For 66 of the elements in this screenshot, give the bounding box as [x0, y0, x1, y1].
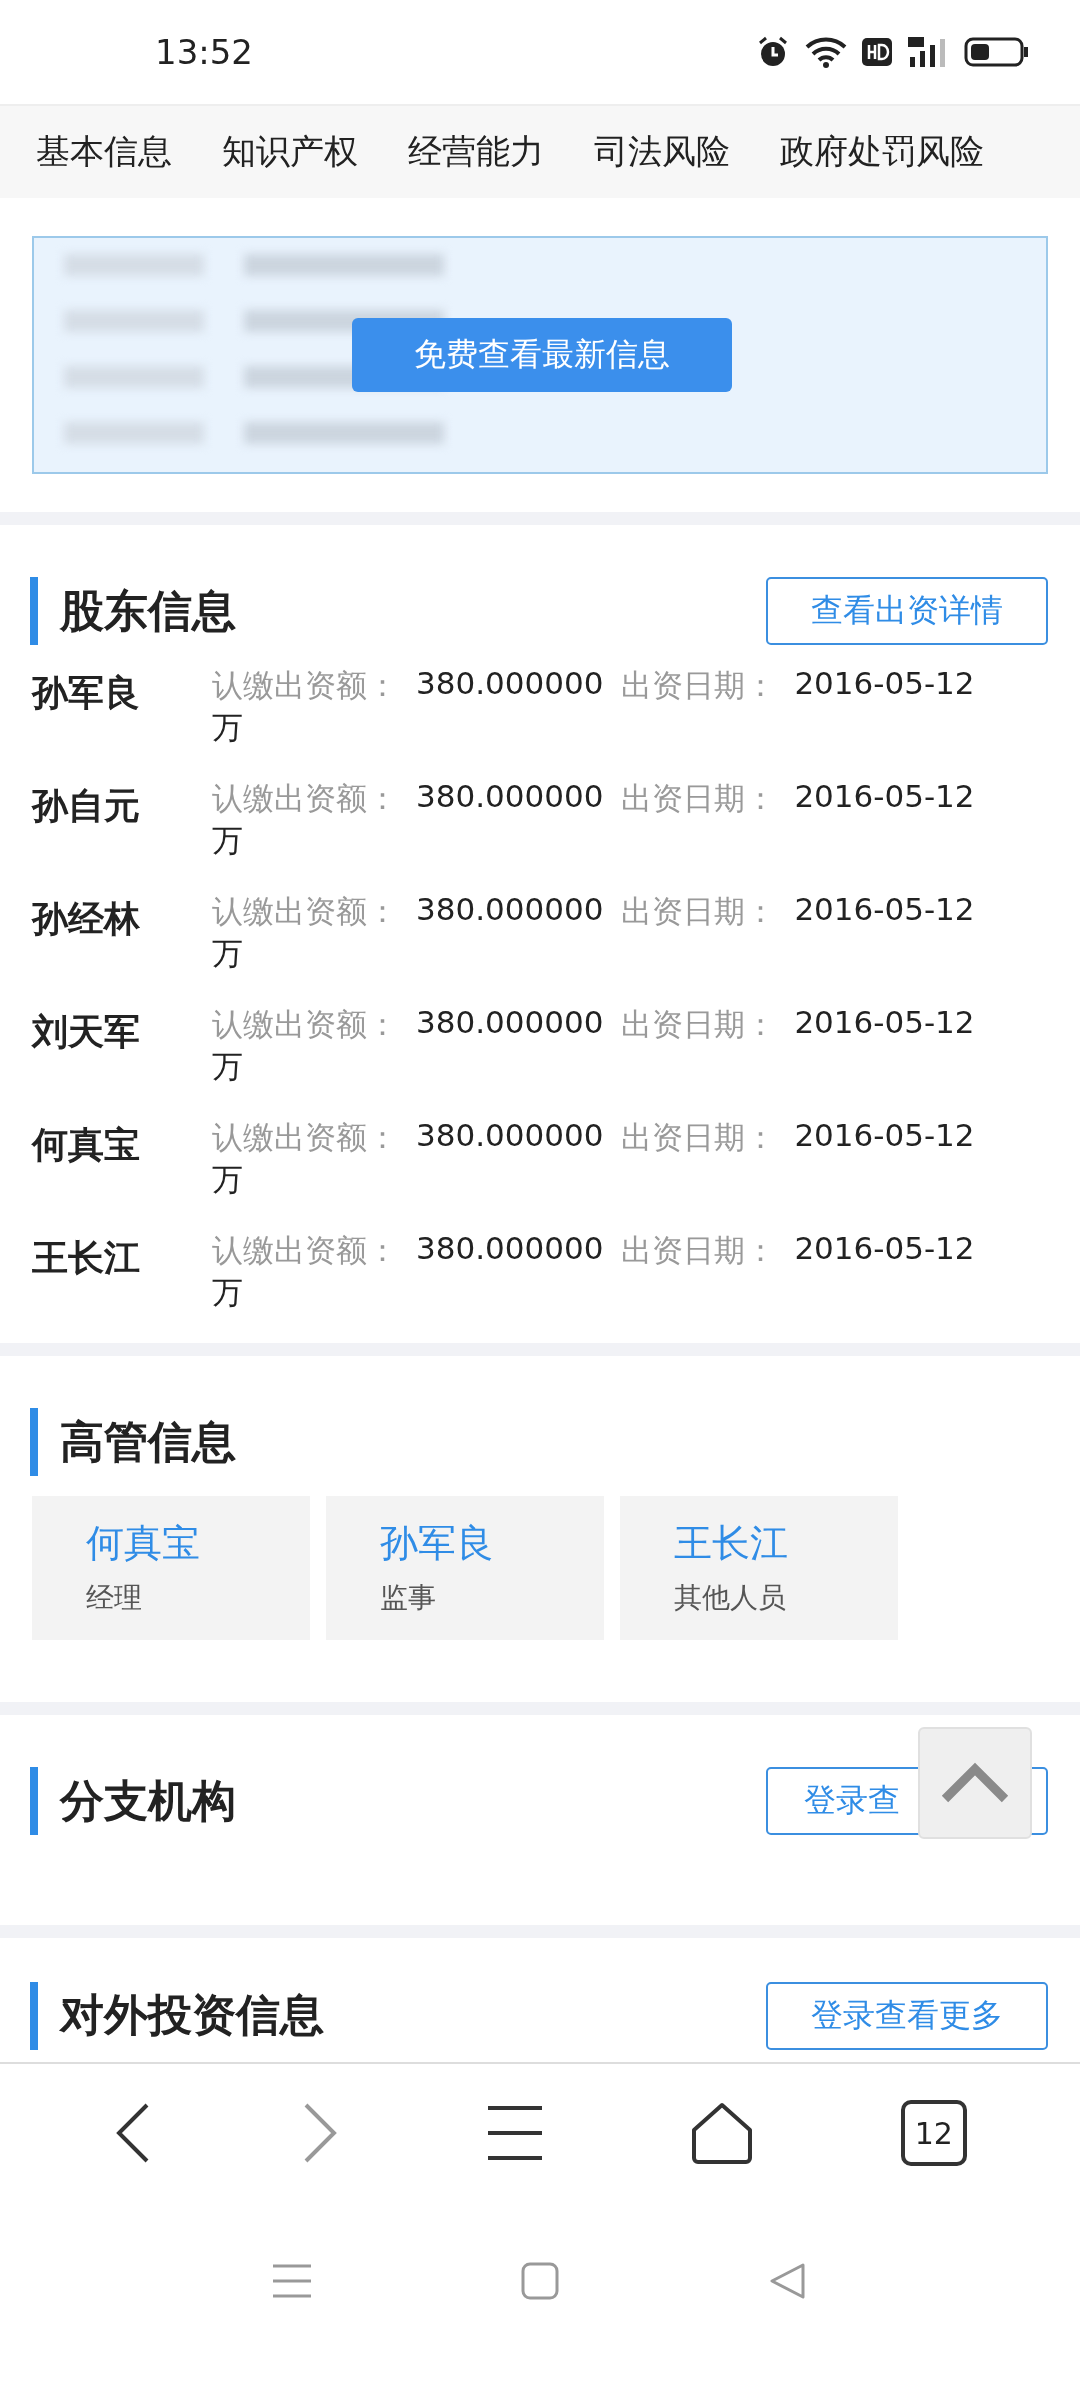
shareholder-name: 刘天军 [32, 1010, 141, 1055]
back-to-top-button[interactable] [918, 1727, 1032, 1839]
date-label: 出资日期： [621, 892, 777, 932]
date-label: 出资日期： [621, 779, 777, 819]
shareholder-name: 王长江 [32, 1236, 141, 1281]
date-label: 出资日期： [621, 1118, 777, 1158]
unit-text: 万 [212, 821, 243, 861]
unit-text: 万 [212, 1047, 243, 1087]
amount-value: 380.000000 [416, 891, 604, 930]
unit-text: 万 [212, 1273, 243, 1313]
hd-icon [862, 37, 892, 66]
amount-label: 认缴出资额： [212, 666, 398, 706]
executive-card[interactable]: 何真宝 经理 [32, 1496, 310, 1641]
amount-label: 认缴出资额： [212, 892, 398, 932]
tab-count-button[interactable]: 12 [900, 2100, 967, 2167]
date-value: 2016-05-12 [794, 891, 975, 930]
chevron-up-icon [939, 1761, 1011, 1805]
alarm-icon [756, 34, 790, 69]
date-value: 2016-05-12 [794, 778, 975, 817]
amount-label: 认缴出资额： [212, 1231, 398, 1271]
executive-name: 孙军良 [380, 1520, 494, 1568]
amount-value: 380.000000 [416, 1117, 604, 1156]
amount-label: 认缴出资额： [212, 779, 398, 819]
home-icon[interactable] [690, 2102, 755, 2165]
executive-role: 经理 [86, 1580, 142, 1617]
shareholder-name: 孙自元 [32, 784, 141, 829]
date-value: 2016-05-12 [794, 665, 975, 704]
nav-tab[interactable]: 知识产权 [222, 128, 358, 175]
shareholder-name: 孙经林 [32, 897, 141, 942]
menu-icon[interactable] [485, 2104, 544, 2163]
nav-tab[interactable]: 司法风险 [594, 128, 730, 175]
unit-text: 万 [212, 708, 243, 748]
date-label: 出资日期： [621, 666, 777, 706]
login-button[interactable]: 登录查看更多 [766, 1981, 1048, 2050]
details-button[interactable]: 查看出资详情 [766, 577, 1048, 646]
home-square-icon[interactable] [521, 2262, 559, 2301]
nav-tab[interactable]: 基本信息 [36, 128, 172, 175]
unit-text: 万 [212, 1160, 243, 1200]
executive-name: 何真宝 [86, 1520, 200, 1568]
nav-tab[interactable]: 政府处罚风险 [780, 128, 984, 175]
executive-role: 监事 [380, 1580, 436, 1617]
nav-tab[interactable]: 经营能力 [408, 128, 544, 175]
date-label: 出资日期： [621, 1005, 777, 1045]
amount-value: 380.000000 [416, 1230, 604, 1269]
shareholder-name: 孙军良 [32, 671, 141, 716]
date-value: 2016-05-12 [794, 1230, 975, 1269]
section-title: 高管信息 [60, 1414, 236, 1469]
clock-time: 13:52 [155, 31, 253, 72]
executive-card[interactable]: 王长江 其他人员 [620, 1496, 898, 1641]
date-value: 2016-05-12 [794, 1004, 975, 1043]
section-title: 分支机构 [60, 1773, 236, 1828]
section-title: 对外投资信息 [60, 1988, 324, 2043]
date-value: 2016-05-12 [794, 1117, 975, 1156]
date-label: 出资日期： [621, 1231, 777, 1271]
amount-label: 认缴出资额： [212, 1005, 398, 1045]
executive-role: 其他人员 [674, 1580, 786, 1617]
shareholder-name: 何真宝 [32, 1123, 141, 1168]
amount-value: 380.000000 [416, 778, 604, 817]
executive-card[interactable]: 孙军良 监事 [326, 1496, 604, 1641]
amount-value: 380.000000 [416, 665, 604, 704]
unit-text: 万 [212, 934, 243, 974]
back-triangle-icon[interactable] [769, 2262, 807, 2301]
executive-name: 王长江 [674, 1520, 788, 1568]
amount-label: 认缴出资额： [212, 1118, 398, 1158]
amount-value: 380.000000 [416, 1004, 604, 1043]
section-title: 股东信息 [60, 583, 236, 638]
